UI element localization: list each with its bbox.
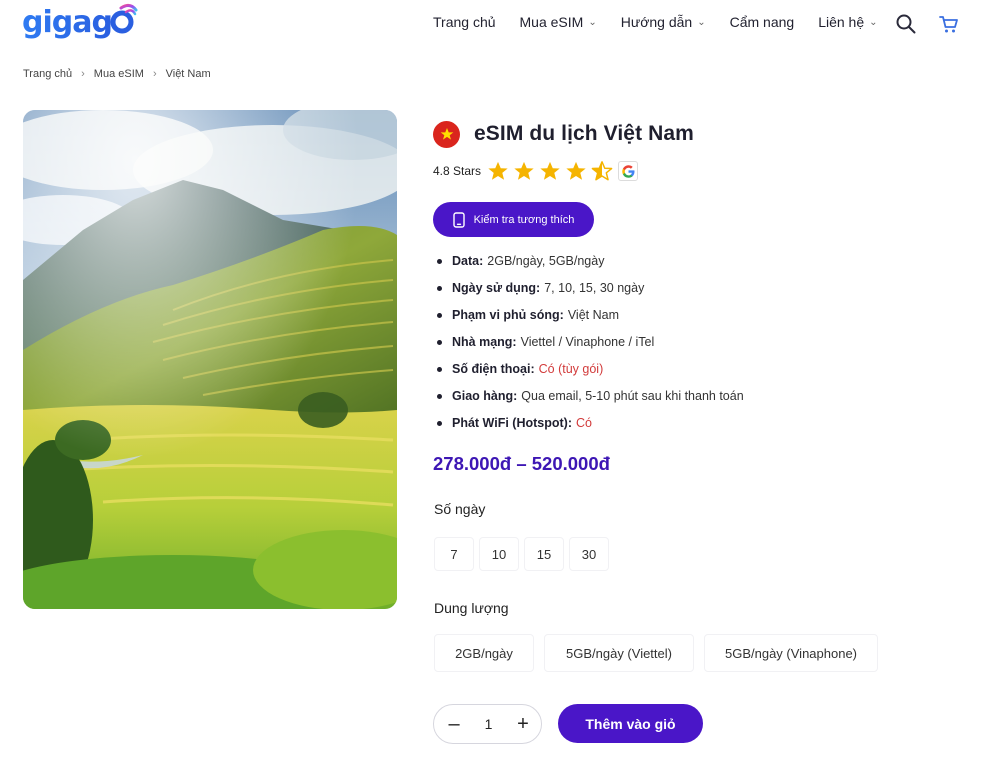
day-option-10[interactable]: 10 xyxy=(479,537,519,571)
nav-item-buy-esim[interactable]: Mua eSIM ⌄ xyxy=(520,14,597,30)
capacity-label: Dung lượng xyxy=(434,600,509,616)
cart-icon[interactable] xyxy=(938,13,960,35)
nav-item-label: Cẩm nang xyxy=(729,14,795,30)
chevron-down-icon: ⌄ xyxy=(588,16,597,28)
star-full-icon xyxy=(566,161,586,180)
nav-item-label: Liên hệ xyxy=(818,14,865,30)
star-full-icon xyxy=(540,161,560,180)
phone-icon xyxy=(452,211,465,228)
spec-usage-days: Ngày sử dụng: 7, 10, 15, 30 ngày xyxy=(433,279,744,306)
check-compatibility-button[interactable]: Kiểm tra tương thích xyxy=(433,202,594,237)
spec-value: Qua email, 5-10 phút sau khi thanh toán xyxy=(521,389,744,403)
day-option-15[interactable]: 15 xyxy=(524,537,564,571)
spec-value: Viettel / Vinaphone / iTel xyxy=(520,335,655,349)
check-compatibility-label: Kiểm tra tương thích xyxy=(473,213,575,226)
google-g-logo xyxy=(621,164,635,178)
breadcrumb-home[interactable]: Trang chủ xyxy=(23,68,72,80)
spec-data: Data: 2GB/ngày, 5GB/ngày xyxy=(433,252,744,279)
quantity-stepper: – 1 + xyxy=(433,704,542,744)
title-row: eSIM du lịch Việt Nam xyxy=(433,116,953,152)
flag-star-icon xyxy=(440,128,453,140)
add-to-cart-button[interactable]: Thêm vào giỏ xyxy=(558,704,703,743)
nav-item-guide[interactable]: Hướng dẫn ⌄ xyxy=(621,14,706,30)
star-full-icon xyxy=(488,161,508,180)
spec-value: Có (tùy gói) xyxy=(538,362,604,376)
spec-hotspot: Phát WiFi (Hotspot): Có xyxy=(433,414,744,441)
product-title: eSIM du lịch Việt Nam xyxy=(474,122,694,145)
breadcrumb-buy-esim[interactable]: Mua eSIM xyxy=(94,68,144,80)
spec-phone-number: Số điện thoại: Có (tùy gói) xyxy=(433,360,744,387)
spec-label: Nhà mạng: xyxy=(452,335,517,349)
spec-value: 7, 10, 15, 30 ngày xyxy=(544,281,645,295)
spec-label: Data: xyxy=(452,254,484,268)
capacity-options: 2GB/ngày 5GB/ngày (Viettel) 5GB/ngày (Vi… xyxy=(434,634,888,672)
spec-carrier: Nhà mạng: Viettel / Vinaphone / iTel xyxy=(433,333,744,360)
star-full-icon xyxy=(514,161,534,180)
product-info: eSIM du lịch Việt Nam 4.8 Stars Kiểm tra… xyxy=(433,116,953,744)
chevron-right-icon: › xyxy=(152,68,157,80)
svg-text:gigag: gigag xyxy=(22,5,112,40)
quantity-increase-button[interactable]: + xyxy=(515,714,531,734)
vietnam-flag-icon xyxy=(433,120,460,148)
spec-label: Số điện thoại: xyxy=(452,362,535,376)
gigago-logo[interactable]: gigag xyxy=(22,3,142,42)
nav-item-contact[interactable]: Liên hệ ⌄ xyxy=(818,14,877,30)
spec-coverage: Phạm vi phủ sóng: Việt Nam xyxy=(433,306,744,333)
capacity-option-5gb-vinaphone[interactable]: 5GB/ngày (Vinaphone) xyxy=(704,634,878,672)
nav-item-label: Mua eSIM xyxy=(519,14,584,30)
site-header: gigag Trang chủ Mua eSIM ⌄ Hướng dẫn ⌄ Cẩm… xyxy=(0,0,982,48)
nav-item-handbook[interactable]: Cẩm nang xyxy=(730,14,795,30)
day-option-7[interactable]: 7 xyxy=(434,537,474,571)
capacity-option-5gb-viettel[interactable]: 5GB/ngày (Viettel) xyxy=(544,634,694,672)
price-range: 278.000đ – 520.000đ xyxy=(433,453,610,474)
spec-label: Phạm vi phủ sóng: xyxy=(452,308,564,322)
capacity-option-2gb[interactable]: 2GB/ngày xyxy=(434,634,534,672)
google-icon xyxy=(618,161,639,181)
vietnam-landscape-illustration xyxy=(23,110,397,609)
quantity-decrease-button[interactable]: – xyxy=(446,714,462,734)
nav-item-label: Hướng dẫn xyxy=(620,14,693,30)
days-label: Số ngày xyxy=(434,501,486,517)
breadcrumb: Trang chủ › Mua eSIM › Việt Nam xyxy=(23,68,211,80)
nav-item-home[interactable]: Trang chủ xyxy=(433,14,496,30)
spec-label: Ngày sử dụng: xyxy=(452,281,541,295)
spec-label: Giao hàng: xyxy=(452,389,518,403)
spec-value: Việt Nam xyxy=(567,308,619,322)
star-half-icon xyxy=(591,161,613,181)
day-option-30[interactable]: 30 xyxy=(569,537,609,571)
quantity-value[interactable]: 1 xyxy=(485,716,493,732)
product-image xyxy=(23,110,397,609)
nav-item-label: Trang chủ xyxy=(433,14,496,30)
spec-delivery: Giao hàng: Qua email, 5-10 phút sau khi t… xyxy=(433,387,744,414)
spec-label: Phát WiFi (Hotspot): xyxy=(452,416,573,430)
spec-list: Data: 2GB/ngày, 5GB/ngày Ngày sử dụng: 7, … xyxy=(433,252,744,441)
chevron-down-icon: ⌄ xyxy=(869,16,878,28)
main-nav: Trang chủ Mua eSIM ⌄ Hướng dẫn ⌄ Cẩm nang … xyxy=(433,14,902,30)
logo-wordmark: gigag xyxy=(22,3,138,40)
spec-value: 2GB/ngày, 5GB/ngày xyxy=(487,254,605,268)
breadcrumb-current: Việt Nam xyxy=(165,68,211,80)
days-options: 7 10 15 30 xyxy=(434,537,614,571)
chevron-right-icon: › xyxy=(81,68,85,80)
chevron-down-icon: ⌄ xyxy=(697,16,706,28)
rating-row: 4.8 Stars xyxy=(433,159,639,183)
rating-text: 4.8 Stars xyxy=(433,164,482,178)
spec-value: Có xyxy=(576,416,592,430)
search-icon[interactable] xyxy=(895,13,917,35)
